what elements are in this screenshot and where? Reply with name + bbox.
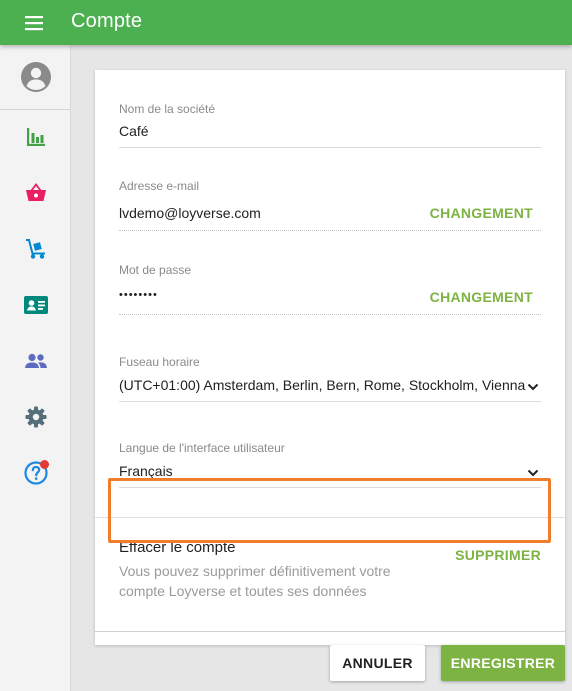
save-button[interactable]: ENREGISTRER bbox=[441, 645, 565, 681]
people-icon bbox=[24, 353, 47, 368]
sidebar bbox=[0, 45, 71, 691]
id-card-icon bbox=[23, 296, 48, 314]
company-name-value[interactable]: Café bbox=[119, 123, 149, 139]
hamburger-menu-icon bbox=[25, 16, 43, 31]
company-name-field[interactable]: Nom de la société Café bbox=[119, 102, 541, 148]
sidebar-item-items[interactable] bbox=[0, 173, 71, 213]
password-field: Mot de passe •••••••• CHANGEMENT bbox=[119, 263, 541, 315]
footer-divider bbox=[95, 631, 565, 632]
company-name-label: Nom de la société bbox=[119, 102, 216, 116]
delete-account-title: Effacer le compte bbox=[119, 539, 236, 556]
sidebar-item-employees[interactable] bbox=[0, 285, 71, 325]
change-password-link[interactable]: CHANGEMENT bbox=[430, 289, 533, 305]
cancel-button[interactable]: ANNULER bbox=[330, 645, 425, 681]
chevron-down-icon[interactable] bbox=[525, 465, 541, 481]
gear-icon bbox=[25, 406, 46, 428]
password-underline bbox=[119, 314, 541, 315]
notification-badge bbox=[40, 460, 49, 469]
timezone-label: Fuseau horaire bbox=[119, 355, 200, 369]
company-name-underline bbox=[119, 147, 541, 148]
page-title: Compte bbox=[71, 10, 143, 32]
language-select[interactable]: Langue de l'interface utilisateur França… bbox=[119, 441, 541, 489]
sidebar-divider bbox=[0, 109, 70, 110]
timezone-select[interactable]: Fuseau horaire (UTC+01:00) Amsterdam, Be… bbox=[119, 355, 541, 403]
sidebar-item-help[interactable] bbox=[0, 453, 71, 493]
email-underline bbox=[119, 230, 541, 231]
email-label: Adresse e-mail bbox=[119, 179, 200, 193]
chevron-down-icon[interactable] bbox=[525, 379, 541, 395]
account-settings-card: Nom de la société Café Adresse e-mail lv… bbox=[95, 70, 565, 645]
basket-icon bbox=[25, 183, 46, 201]
password-label: Mot de passe bbox=[119, 263, 192, 277]
language-underline bbox=[119, 487, 541, 488]
language-value: Français bbox=[119, 463, 173, 479]
email-value: lvdemo@loyverse.com bbox=[119, 205, 261, 221]
delete-account-button[interactable]: SUPPRIMER bbox=[455, 547, 541, 563]
top-app-bar: Compte bbox=[0, 0, 572, 45]
menu-button[interactable] bbox=[20, 11, 48, 35]
sidebar-item-account[interactable] bbox=[0, 57, 71, 97]
password-value: •••••••• bbox=[119, 289, 158, 301]
email-field: Adresse e-mail lvdemo@loyverse.com CHANG… bbox=[119, 179, 541, 231]
sidebar-item-customers[interactable] bbox=[0, 341, 71, 381]
change-email-link[interactable]: CHANGEMENT bbox=[430, 205, 533, 221]
sidebar-item-reports[interactable] bbox=[0, 117, 71, 157]
account-circle-icon bbox=[20, 62, 51, 92]
language-label: Langue de l'interface utilisateur bbox=[119, 441, 285, 455]
timezone-value: (UTC+01:00) Amsterdam, Berlin, Bern, Rom… bbox=[119, 377, 526, 393]
sidebar-item-settings[interactable] bbox=[0, 397, 71, 437]
section-divider bbox=[95, 517, 565, 518]
timezone-underline bbox=[119, 401, 541, 402]
delete-account-description: Vous pouvez supprimer définitivement vot… bbox=[119, 563, 391, 599]
sidebar-item-inventory[interactable] bbox=[0, 229, 71, 269]
hand-truck-icon bbox=[25, 239, 45, 259]
main-content: Nom de la société Café Adresse e-mail lv… bbox=[71, 45, 572, 691]
bar-chart-icon bbox=[26, 128, 45, 146]
